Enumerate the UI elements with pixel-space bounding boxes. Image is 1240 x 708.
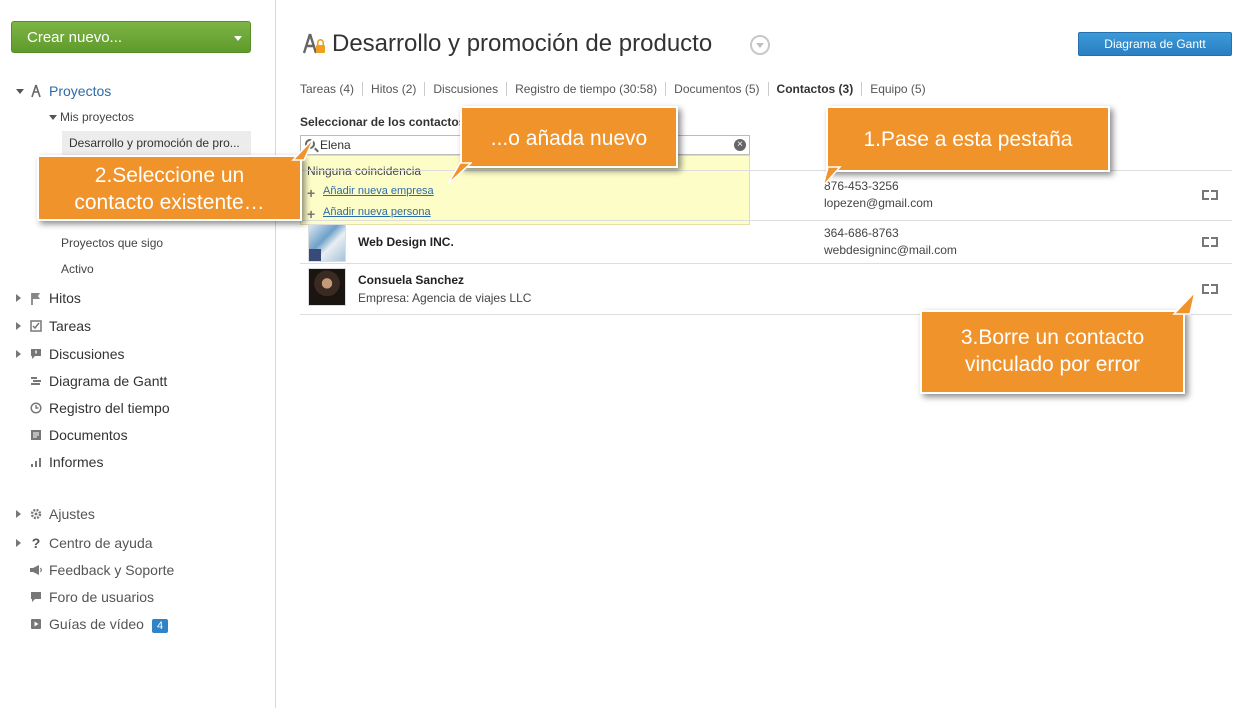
bar-chart-icon [29, 455, 43, 469]
page-title: Desarrollo y promoción de producto [332, 30, 713, 57]
callout-pointer [291, 137, 315, 161]
callout-step-2-line-1: 2.Seleccione un [94, 164, 245, 187]
flag-icon [29, 291, 43, 305]
expand-arrow-icon[interactable] [16, 510, 21, 518]
contact-avatar[interactable] [308, 224, 346, 262]
compass-icon [29, 84, 43, 98]
contact-avatar[interactable] [308, 268, 346, 306]
expand-arrow-icon[interactable] [16, 350, 21, 358]
sidebar-item-label: Registro del tiempo [49, 400, 170, 416]
callout-step-2: 2.Seleccione un contacto existente… [37, 155, 302, 221]
tab-team[interactable]: Equipo (5) [861, 82, 933, 96]
sidebar-item-label: Foro de usuarios [49, 589, 155, 605]
callout-step-1: 1.Pase a esta pestaña [826, 106, 1110, 172]
clear-search-icon[interactable]: × [734, 139, 746, 151]
checkbox-icon [29, 319, 43, 333]
sidebar-item-label: Hitos [49, 290, 81, 306]
expand-arrow-icon[interactable] [16, 539, 21, 547]
unlink-contact-icon[interactable] [1202, 237, 1218, 247]
sidebar-item-label: Diagrama de Gantt [49, 373, 168, 389]
expand-arrow-icon[interactable] [16, 88, 24, 94]
sidebar-item-label: Discusiones [49, 346, 125, 362]
gantt-icon [29, 374, 43, 388]
speech-bubble-icon [29, 347, 43, 361]
row-divider [300, 220, 1232, 221]
contact-email[interactable]: lopezen@gmail.com [824, 195, 933, 212]
create-new-label: Crear nuevo... [27, 29, 123, 46]
sidebar-item-label: Proyectos [49, 83, 112, 99]
sidebar-item-followed-projects[interactable]: Proyectos que sigo [61, 236, 163, 250]
plus-icon: + [307, 206, 316, 222]
expand-arrow-icon[interactable] [16, 322, 21, 330]
video-icon [29, 617, 43, 631]
gantt-chart-button[interactable]: Diagrama de Gantt [1078, 32, 1232, 56]
sidebar-item-label: Ajustes [49, 506, 95, 522]
callout-step-3-line-2: vinculado por error [964, 353, 1141, 376]
tab-discussions[interactable]: Discusiones [424, 82, 506, 96]
unlink-contact-icon[interactable] [1202, 190, 1218, 200]
contact-name[interactable]: Consuela Sanchez [358, 273, 464, 287]
video-guides-count-badge: 4 [151, 618, 169, 633]
megaphone-icon [29, 563, 43, 577]
chevron-down-icon[interactable] [234, 36, 242, 41]
project-tabs: Tareas (4) Hitos (2) Discusiones Registr… [300, 81, 934, 97]
callout-step-2-line-2: contacto existente… [74, 191, 265, 214]
add-person-link[interactable]: Añadir nueva persona [323, 206, 431, 218]
callout-pointer [822, 166, 842, 187]
tab-time-log[interactable]: Registro de tiempo (30:58) [506, 82, 665, 96]
contact-2-info: 364-686-8763 webdesigninc@mail.com [824, 225, 957, 259]
callout-add-new: ...o añada nuevo [460, 106, 678, 168]
expand-arrow-icon[interactable] [16, 294, 21, 302]
contact-company: Empresa: Agencia de viajes LLC [358, 291, 532, 305]
plus-icon: + [307, 185, 316, 201]
create-new-button[interactable]: Crear nuevo... [11, 21, 251, 53]
select-contacts-label: Seleccionar de los contactos [300, 115, 466, 129]
add-company-link[interactable]: Añadir nueva empresa [323, 185, 434, 197]
sidebar-item-label: Informes [49, 454, 104, 470]
video-guides-label: Guías de vídeo [49, 615, 144, 632]
contact-phone: 364-686-8763 [824, 226, 899, 240]
sidebar-item-active[interactable]: Activo [61, 262, 94, 276]
clock-icon [29, 401, 43, 415]
question-mark-icon: ? [31, 535, 41, 551]
sidebar-item-label: Guías de vídeo 4 [49, 615, 169, 633]
document-icon [29, 428, 43, 442]
sidebar-item-my-projects[interactable]: Mis proyectos [60, 110, 134, 124]
sidebar-item-selected-project[interactable]: Desarrollo y promoción de pro... [62, 131, 251, 155]
expand-arrow-icon[interactable] [49, 115, 57, 120]
tab-documents[interactable]: Documentos (5) [665, 82, 767, 96]
sidebar-item-label: Centro de ayuda [49, 535, 153, 551]
sidebar-item-label: Tareas [49, 318, 92, 334]
sidebar-item-label: Documentos [49, 427, 128, 443]
gear-icon [29, 507, 43, 521]
callout-step-3-line-1: 3.Borre un contacto [960, 326, 1145, 349]
no-match-text: Ninguna coincidencia [307, 164, 422, 178]
row-divider [300, 263, 1232, 264]
tab-milestones[interactable]: Hitos (2) [362, 82, 424, 96]
sidebar-item-label: Feedback y Soporte [49, 562, 175, 578]
callout-step-3: 3.Borre un contacto vinculado por error [920, 310, 1185, 394]
sidebar: Crear nuevo... Proyectos Mis proyectos D… [0, 0, 276, 708]
callout-pointer [447, 162, 472, 185]
contact-name[interactable]: Web Design INC. [358, 235, 454, 249]
callout-pointer [1172, 290, 1197, 315]
unlink-contact-icon[interactable] [1202, 284, 1218, 294]
title-dropdown-icon[interactable] [750, 35, 770, 55]
comment-icon [29, 590, 43, 604]
tab-tasks[interactable]: Tareas (4) [300, 82, 362, 96]
project-lock-icon [301, 32, 327, 56]
tab-contacts[interactable]: Contactos (3) [767, 82, 862, 96]
contact-email[interactable]: webdesigninc@mail.com [824, 242, 957, 259]
